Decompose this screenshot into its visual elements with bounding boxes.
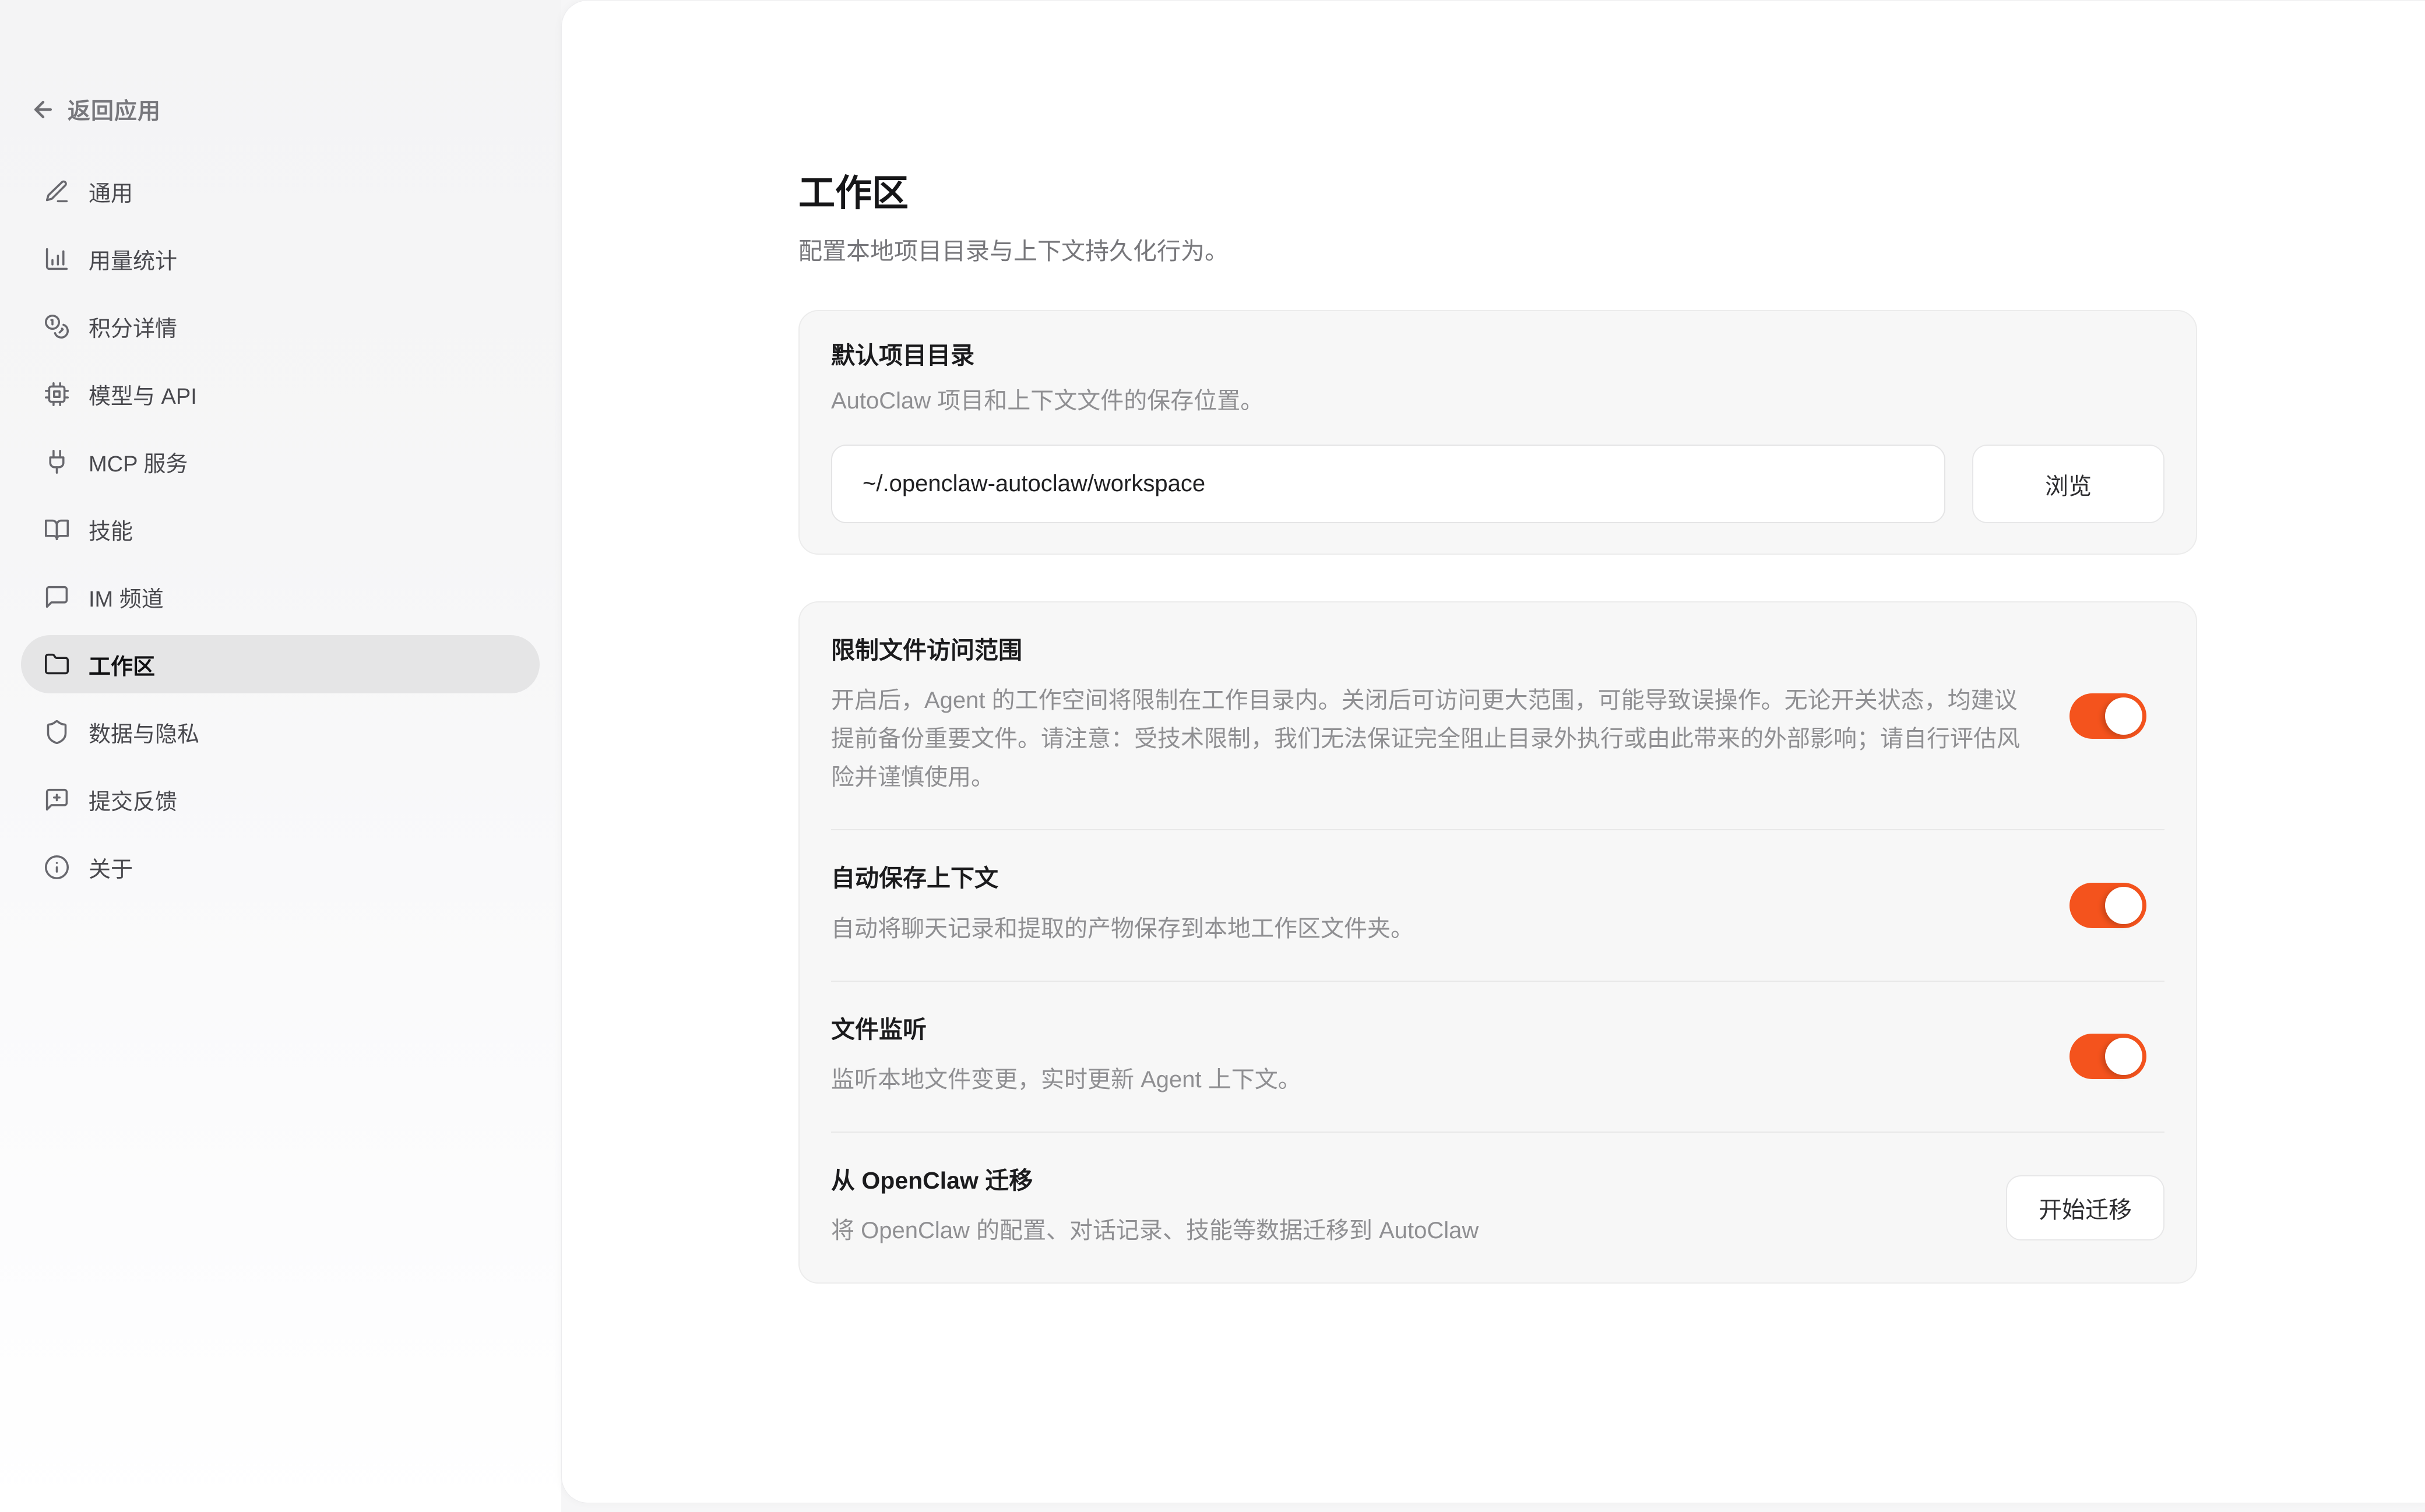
sidebar-item-label: 关于 (89, 851, 133, 883)
sidebar-item-feedback[interactable]: 提交反馈 (21, 770, 540, 829)
plug-icon (44, 449, 70, 475)
auto-save-context-toggle[interactable] (2069, 883, 2146, 928)
sidebar-item-general[interactable]: 通用 (21, 162, 540, 220)
setting-title: 自动保存上下文 (831, 863, 2035, 894)
book-open-icon (44, 516, 70, 542)
coins-icon (44, 313, 70, 340)
arrow-left-icon (30, 97, 56, 122)
sidebar-item-im-channels[interactable]: IM 频道 (21, 568, 540, 626)
directory-card-title: 默认项目目录 (831, 340, 2164, 371)
info-icon (44, 854, 70, 880)
start-migration-button[interactable]: 开始迁移 (2006, 1175, 2164, 1240)
sidebar-item-models-api[interactable]: 模型与 API (21, 365, 540, 423)
setting-title: 从 OpenClaw 迁移 (831, 1165, 1971, 1196)
sidebar-item-mcp[interactable]: MCP 服务 (21, 432, 540, 491)
sidebar-item-data-privacy[interactable]: 数据与隐私 (21, 703, 540, 761)
setting-description: 监听本地文件变更，实时更新 Agent 上下文。 (831, 1060, 2035, 1099)
sidebar-item-label: 工作区 (89, 648, 155, 681)
setting-description: 自动将聊天记录和提取的产物保存到本地工作区文件夹。 (831, 910, 2035, 948)
directory-input-row: 浏览 (831, 445, 2164, 523)
setting-row-text: 限制文件访问范围 开启后，Agent 的工作空间将限制在工作目录内。关闭后可访问… (831, 635, 2035, 796)
sidebar-item-usage-stats[interactable]: 用量统计 (21, 230, 540, 288)
toggle-thumb (2105, 887, 2142, 924)
setting-description: 将 OpenClaw 的配置、对话记录、技能等数据迁移到 AutoClaw (831, 1211, 1971, 1250)
sidebar-item-label: 积分详情 (89, 311, 177, 343)
setting-title: 文件监听 (831, 1014, 2035, 1045)
workspace-settings-page: 工作区 配置本地项目目录与上下文持久化行为。 默认项目目录 AutoClaw 项… (798, 1, 2197, 1284)
sidebar-item-label: 通用 (89, 175, 133, 207)
message-square-plus-icon (44, 787, 70, 813)
workspace-settings-card: 限制文件访问范围 开启后，Agent 的工作空间将限制在工作目录内。关闭后可访问… (798, 601, 2197, 1284)
workspace-path-input[interactable] (831, 445, 1945, 523)
sidebar-item-skills[interactable]: 技能 (21, 500, 540, 558)
setting-row-text: 从 OpenClaw 迁移 将 OpenClaw 的配置、对话记录、技能等数据迁… (831, 1165, 1971, 1250)
back-to-app-button[interactable]: 返回应用 (30, 93, 161, 126)
cpu-icon (44, 381, 70, 407)
sidebar-item-workspace[interactable]: 工作区 (21, 635, 540, 693)
setting-row-text: 文件监听 监听本地文件变更，实时更新 Agent 上下文。 (831, 1014, 2035, 1099)
toggle-thumb (2105, 697, 2142, 735)
browse-button[interactable]: 浏览 (1972, 445, 2164, 523)
file-watch-toggle[interactable] (2069, 1034, 2146, 1079)
setting-row-restrict-file-access: 限制文件访问范围 开启后，Agent 的工作空间将限制在工作目录内。关闭后可访问… (831, 602, 2164, 829)
folder-icon (44, 651, 70, 678)
shield-icon (44, 719, 70, 745)
sidebar: 返回应用 通用 用量统计 积分详情 (0, 0, 561, 1512)
toggle-thumb (2105, 1038, 2142, 1075)
back-to-app-label: 返回应用 (68, 93, 161, 126)
sidebar-item-label: 提交反馈 (89, 784, 177, 816)
default-directory-card: 默认项目目录 AutoClaw 项目和上下文文件的保存位置。 浏览 (798, 310, 2197, 555)
setting-row-text: 自动保存上下文 自动将聊天记录和提取的产物保存到本地工作区文件夹。 (831, 863, 2035, 947)
main-panel: 工作区 配置本地项目目录与上下文持久化行为。 默认项目目录 AutoClaw 项… (561, 0, 2425, 1503)
sidebar-item-label: IM 频道 (89, 581, 164, 613)
setting-row-migrate-openclaw: 从 OpenClaw 迁移 将 OpenClaw 的配置、对话记录、技能等数据迁… (831, 1132, 2164, 1282)
sidebar-item-label: 用量统计 (89, 243, 177, 275)
setting-description: 开启后，Agent 的工作空间将限制在工作目录内。关闭后可访问更大范围，可能导致… (831, 681, 2035, 796)
sidebar-item-label: 数据与隐私 (89, 716, 199, 748)
sidebar-nav: 通用 用量统计 积分详情 模型与 API (21, 162, 540, 905)
setting-row-auto-save-context: 自动保存上下文 自动将聊天记录和提取的产物保存到本地工作区文件夹。 (831, 829, 2164, 980)
directory-card-description: AutoClaw 项目和上下文文件的保存位置。 (831, 385, 2164, 417)
sidebar-item-label: 模型与 API (89, 378, 197, 410)
page-title: 工作区 (798, 172, 2197, 216)
bar-chart-icon (44, 246, 70, 272)
setting-title: 限制文件访问范围 (831, 635, 2035, 666)
pencil-icon (44, 178, 70, 205)
page-subtitle: 配置本地项目目录与上下文持久化行为。 (798, 236, 2197, 267)
setting-row-file-watch: 文件监听 监听本地文件变更，实时更新 Agent 上下文。 (831, 981, 2164, 1132)
message-square-icon (44, 584, 70, 610)
sidebar-item-label: 技能 (89, 513, 133, 545)
sidebar-item-credits[interactable]: 积分详情 (21, 297, 540, 355)
sidebar-item-label: MCP 服务 (89, 446, 188, 478)
sidebar-item-about[interactable]: 关于 (21, 838, 540, 896)
restrict-file-access-toggle[interactable] (2069, 693, 2146, 739)
